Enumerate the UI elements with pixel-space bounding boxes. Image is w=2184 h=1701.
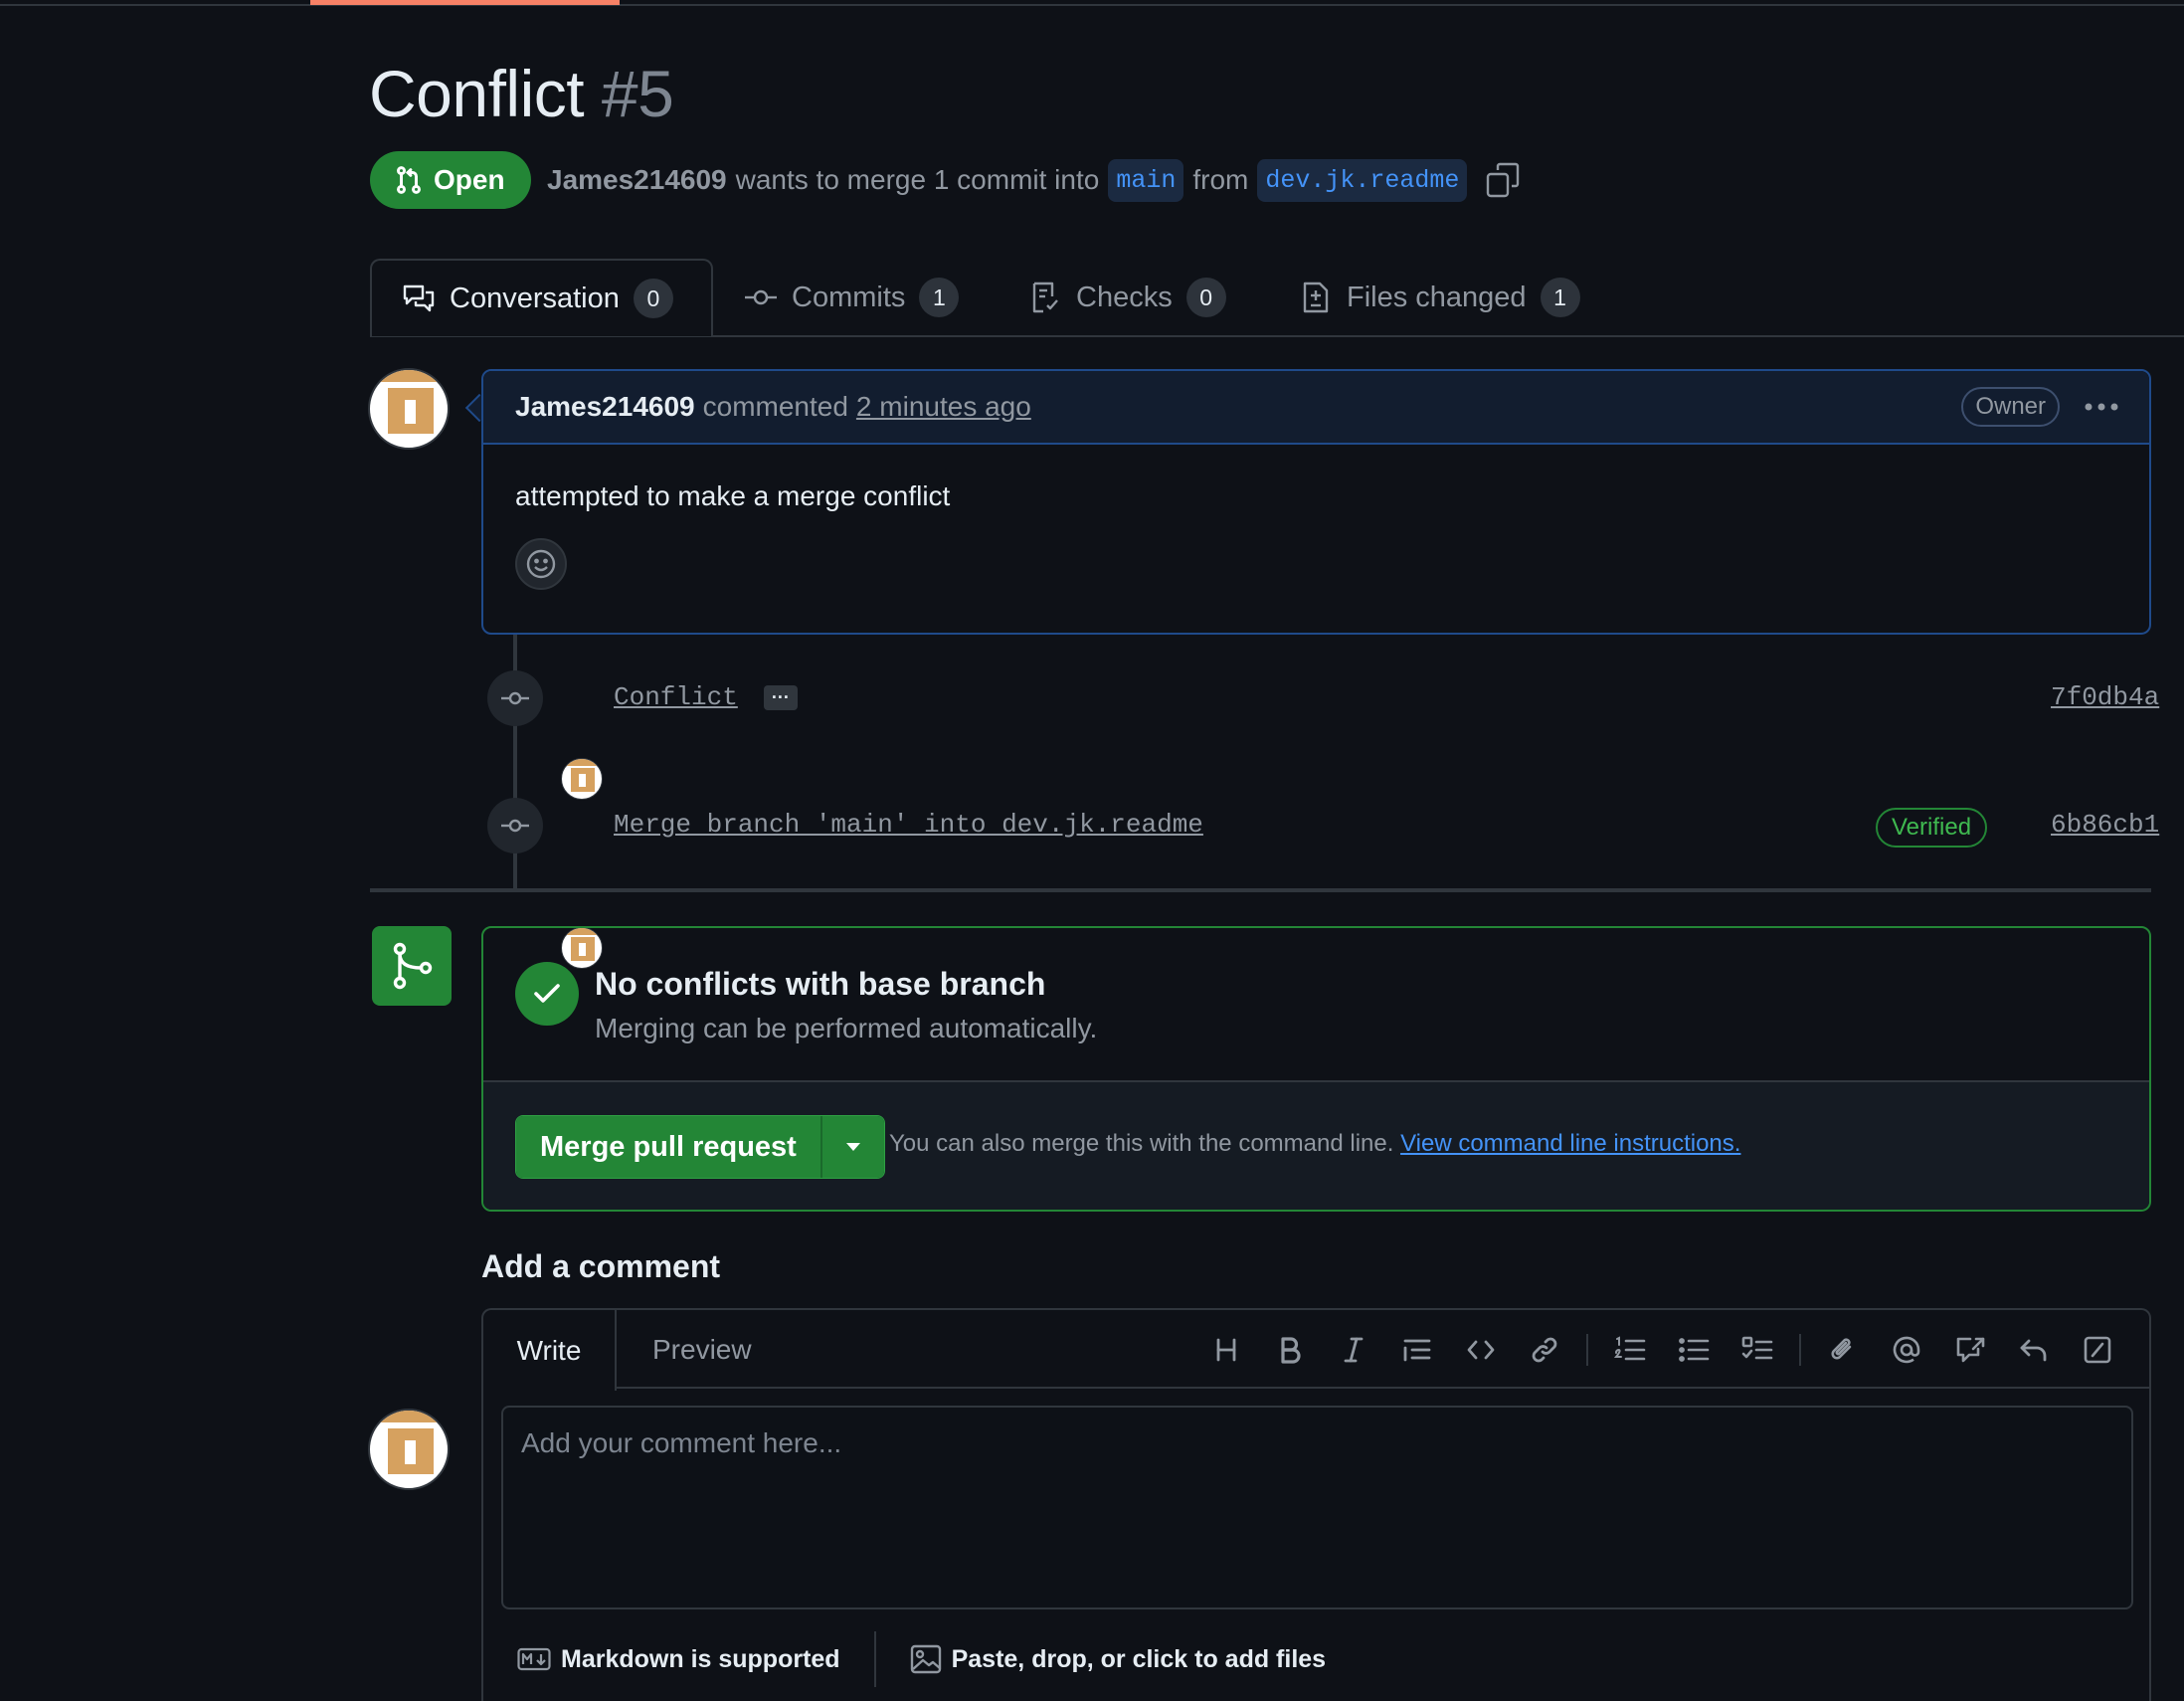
tab-write[interactable]: Write [483,1310,617,1391]
commit-message-link[interactable]: Merge branch 'main' into dev.jk.readme [614,810,1203,840]
tab-counter: 0 [633,279,673,318]
avatar[interactable] [561,758,603,800]
link-icon[interactable] [1513,1328,1576,1372]
comment-action: commented [702,391,848,422]
unordered-list-icon[interactable] [1662,1328,1726,1372]
top-nav-underline [0,0,2184,6]
heading-icon[interactable] [1194,1328,1258,1372]
comment-editor: Write Preview Add your comment here... M… [481,1308,2151,1701]
avatar[interactable] [368,1409,450,1490]
comment-body: attempted to make a merge conflict [483,445,2149,626]
verified-badge[interactable]: Verified [1876,808,1988,848]
footer-divider [873,1631,876,1687]
commit-sha-link[interactable]: 7f0db4a [2051,682,2159,712]
comment-author-link[interactable]: James214609 [515,391,695,423]
merge-box: No conflicts with base branch Merging ca… [481,926,2151,1212]
smiley-icon[interactable] [515,538,567,590]
active-nav-indicator [310,0,620,5]
markdown-icon [517,1647,551,1671]
tab-counter: 0 [1185,278,1226,317]
files-note: Paste, drop, or click to add files [951,1644,1327,1673]
git-commit-icon [487,798,543,853]
image-icon [910,1644,942,1674]
merge-note: You can also merge this with the command… [889,1130,1740,1158]
task-list-icon[interactable] [1726,1328,1789,1372]
head-branch[interactable]: dev.jk.readme [1257,158,1468,202]
status-label: Open [434,164,505,195]
git-merge-icon [372,926,452,1006]
pr-number: #5 [601,57,674,130]
ellipsis-icon[interactable]: ··· [763,684,798,710]
ordered-list-icon[interactable] [1598,1328,1662,1372]
code-icon[interactable] [1449,1328,1513,1372]
comment-text: attempted to make a merge conflict [515,480,951,511]
markdown-note: Markdown is supported [561,1644,840,1673]
timeline-divider [370,888,2151,892]
toolbar-divider [1799,1334,1801,1366]
bold-icon[interactable] [1258,1328,1322,1372]
quote-icon[interactable] [1385,1328,1449,1372]
page-title: Conflict #5 [369,56,674,131]
pr-title: Conflict [369,57,585,130]
tab-counter: 1 [1540,278,1580,317]
paperclip-icon[interactable] [1811,1328,1875,1372]
comment-header: James214609 commented 2 minutes ago Owne… [483,371,2149,445]
merge-status: No conflicts with base branch Merging ca… [483,928,2149,1082]
cross-reference-icon[interactable] [1938,1328,2002,1372]
merge-text: wants to merge 1 commit into [735,164,1100,195]
markdown-toolbar [1194,1328,2129,1372]
comment-discussion-icon [402,282,436,315]
base-branch[interactable]: main [1108,158,1184,202]
add-files-button[interactable]: Paste, drop, or click to add files [910,1644,1327,1674]
merge-note-text: You can also merge this with the command… [889,1130,1394,1157]
check-icon [515,962,579,1026]
merge-status-subtitle: Merging can be performed automatically. [595,1013,1098,1043]
kebab-horizontal-icon[interactable] [2084,402,2119,412]
comment-box: James214609 commented 2 minutes ago Owne… [481,369,2151,635]
editor-header: Write Preview [483,1310,2149,1391]
checklist-icon [1028,281,1062,314]
file-diff-icon [1299,281,1333,314]
tab-preview[interactable]: Preview [652,1310,752,1389]
git-commit-icon [744,281,778,314]
pr-author-link[interactable]: James214609 [547,164,727,196]
merge-actions: Merge pull request You can also merge th… [483,1082,2149,1210]
merge-pull-request-button[interactable]: Merge pull request [516,1116,822,1178]
toolbar-divider [1586,1334,1588,1366]
copy-icon[interactable] [1486,162,1520,198]
comment-timestamp[interactable]: 2 minutes ago [856,391,1031,423]
triangle-down-icon[interactable] [821,1116,884,1178]
commit-sha-link[interactable]: 6b86cb1 [2051,810,2159,840]
merge-button-group: Merge pull request [515,1115,885,1179]
git-pull-request-icon [394,165,424,195]
commit-message-link[interactable]: Conflict [614,682,738,712]
avatar[interactable] [368,368,450,450]
tab-label: Commits [792,281,906,313]
comment-textarea[interactable] [501,1406,2133,1609]
commit-row: Conflict ··· [614,682,798,712]
reply-icon[interactable] [2002,1328,2066,1372]
tab-label: Conversation [450,282,620,314]
status-badge: Open [370,151,531,209]
italic-icon[interactable] [1322,1328,1385,1372]
tab-label: Checks [1076,281,1173,313]
add-comment-title: Add a comment [481,1248,721,1284]
pr-meta: James214609 wants to merge 1 commit into… [547,149,1520,211]
tab-files-changed[interactable]: Files changed 1 [1299,259,1580,336]
tab-checks[interactable]: Checks 0 [1028,259,1226,336]
from-text: from [1192,164,1249,195]
mention-icon[interactable] [1875,1328,1938,1372]
tab-label: Files changed [1347,281,1527,313]
command-line-instructions-link[interactable]: View command line instructions. [1400,1130,1740,1157]
editor-footer: Markdown is supported Paste, drop, or cl… [483,1624,2149,1694]
owner-badge: Owner [1961,387,2060,427]
markdown-supported-link[interactable]: Markdown is supported [517,1645,840,1674]
tab-conversation[interactable]: Conversation 0 [370,259,713,336]
slash-command-icon[interactable] [2066,1328,2129,1372]
tab-commits[interactable]: Commits 1 [744,259,960,336]
merge-status-title: No conflicts with base branch [595,966,1046,1002]
tab-counter: 1 [919,278,960,317]
git-commit-icon [487,670,543,726]
